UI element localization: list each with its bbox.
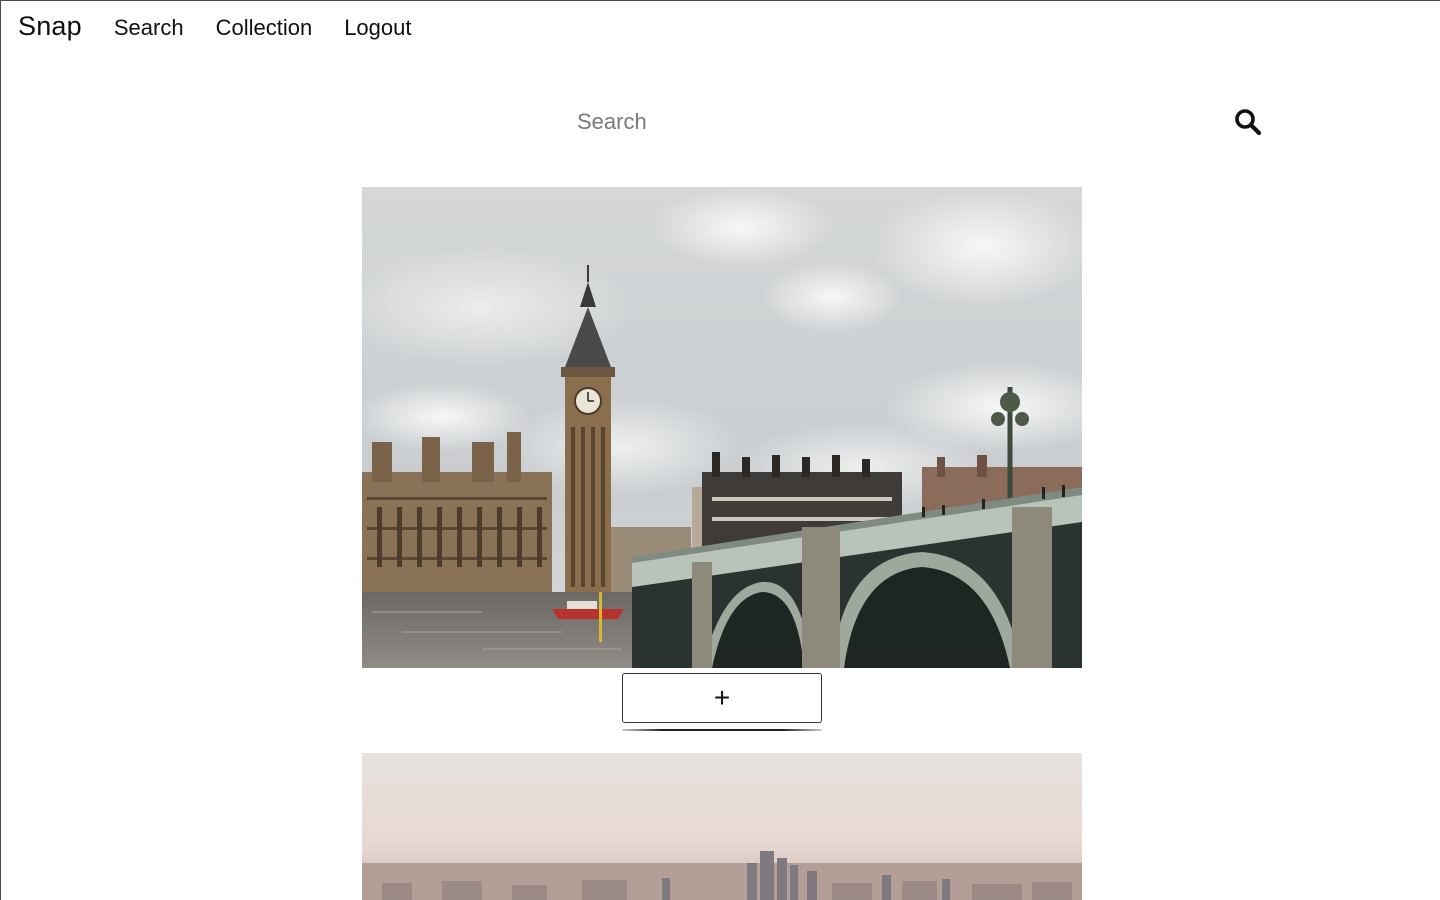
search-icon (1235, 108, 1262, 135)
top-nav: Snap Search Collection Logout (18, 11, 443, 42)
nav-link-logout[interactable]: Logout (344, 15, 411, 41)
westminster-photo (362, 187, 1082, 668)
photo-card-image (362, 187, 1082, 668)
app-frame: Snap Search Collection Logout Search + (0, 0, 1440, 900)
add-button-divider (622, 729, 822, 731)
nav-link-search[interactable]: Search (114, 15, 184, 41)
search-input[interactable] (567, 101, 1207, 143)
add-to-collection-button[interactable]: + (622, 673, 822, 723)
search-button[interactable] (1232, 107, 1264, 139)
photo-card-image (362, 753, 1082, 900)
nav-link-collection[interactable]: Collection (216, 15, 313, 41)
search-bar (567, 101, 1267, 143)
brand-logo[interactable]: Snap (18, 11, 82, 42)
skyline-photo (362, 753, 1082, 900)
